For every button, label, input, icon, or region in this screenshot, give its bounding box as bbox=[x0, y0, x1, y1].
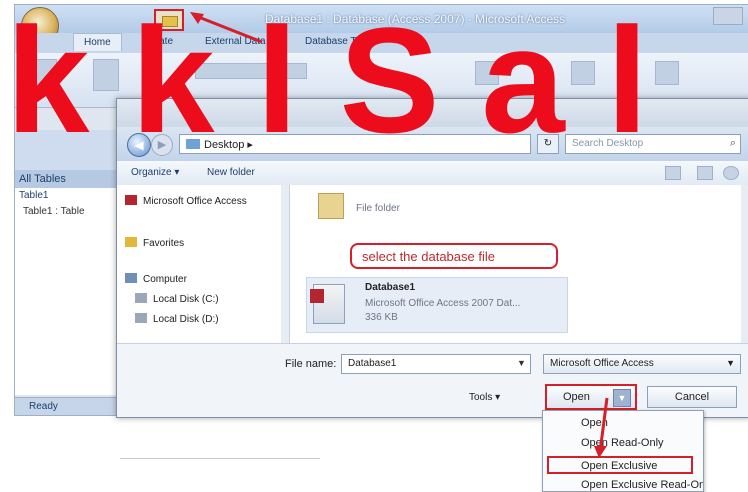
arrow-to-open-exclusive bbox=[598, 397, 609, 453]
annotation-arrows bbox=[190, 12, 609, 458]
arrow-to-open-icon bbox=[195, 14, 263, 44]
arrowhead bbox=[594, 446, 607, 458]
